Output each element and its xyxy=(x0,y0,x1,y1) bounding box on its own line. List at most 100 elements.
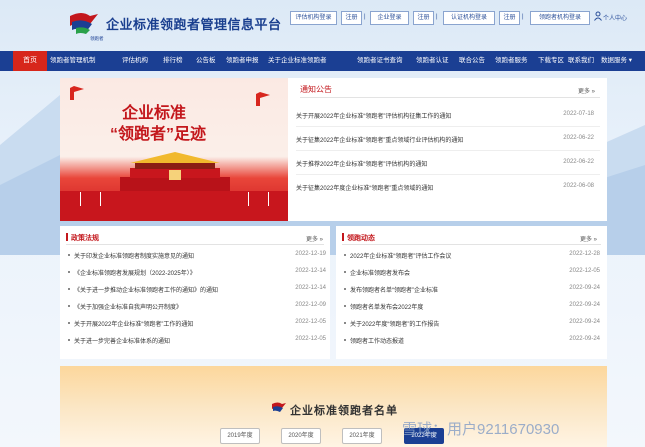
evaluator-register-button[interactable]: 注册 xyxy=(341,11,362,25)
nav-item-3[interactable]: 公告板 xyxy=(196,51,216,71)
nav-item-0[interactable]: 领跑者管理机制 xyxy=(50,51,96,71)
nav-item-7[interactable]: 领跑者认证 xyxy=(416,51,449,71)
header-separator: | xyxy=(364,14,366,20)
notice-date: 2022-07-18 xyxy=(563,111,594,117)
dynamics-title: 领跑动态 xyxy=(347,235,375,242)
dynamics-item-date: 2022-09-24 xyxy=(569,302,600,308)
notice-title: 关于开展2022年企业标准“领跑者”评估机构征集工作的通知 xyxy=(296,114,452,120)
bullet-icon xyxy=(344,305,346,307)
policy-divider xyxy=(66,244,324,245)
dynamics-item[interactable]: 2022年企业标准“领跑者”评估工作会议 2022-12-28 xyxy=(344,251,600,263)
notices-more-link[interactable]: 更多 » xyxy=(578,86,595,95)
policy-item-date: 2022-12-14 xyxy=(295,268,326,274)
banner-line-2: “领跑者”足迹 xyxy=(110,126,207,143)
year-tab-2021[interactable]: 2021年度 xyxy=(342,428,382,444)
bullet-icon xyxy=(344,271,346,273)
policy-item[interactable]: 关于印发企业标准领跑者制度实施意见的通知 2022-12-19 xyxy=(68,251,326,263)
policy-item[interactable]: 《企业标准领跑者发展规划（2022-2025年）》 2022-12-14 xyxy=(68,268,326,280)
dynamics-item[interactable]: 发布领跑者名单“领跑者”企业标准 2022-09-24 xyxy=(344,285,600,297)
notice-item[interactable]: 关于推荐2022年企业标准“领跑者”评估机构的通知 2022-06-22 xyxy=(296,159,600,171)
user-center-link[interactable]: 个人中心 xyxy=(603,13,627,22)
dynamics-item[interactable]: 领跑者名单发布会2022年度 2022-09-24 xyxy=(344,302,600,314)
nav-item-8[interactable]: 联合公告 xyxy=(459,51,485,71)
leader-org-login-button[interactable]: 领跑者机构登录 xyxy=(530,11,590,25)
policy-item-date: 2022-12-14 xyxy=(295,285,326,291)
policy-title: 政策法规 xyxy=(71,235,99,242)
policy-more-link[interactable]: 更多 » xyxy=(306,234,323,243)
bullet-icon xyxy=(68,288,70,290)
nav-item-9[interactable]: 领跑者服务 xyxy=(495,51,528,71)
dynamics-item[interactable]: 企业标准领跑者发布会 2022-12-05 xyxy=(344,268,600,280)
leader-list-logo-icon xyxy=(272,402,286,412)
dynamics-item[interactable]: 关于2022年度“领跑者”的工作报告 2022-09-24 xyxy=(344,319,600,331)
dynamics-item-title: 2022年企业标准“领跑者”评估工作会议 xyxy=(350,254,452,260)
dynamics-item-title: 发布领跑者名单“领跑者”企业标准 xyxy=(350,288,438,294)
dynamics-item[interactable]: 领跑者工作动态报道 2022-09-24 xyxy=(344,336,600,348)
nav-item-11[interactable]: 联系我们 xyxy=(568,51,594,71)
notice-item[interactable]: 关于开展2022年企业标准“领跑者”评估机构征集工作的通知 2022-07-18 xyxy=(296,111,600,123)
bullet-icon xyxy=(68,305,70,307)
dynamics-item-title: 领跑者工作动态报道 xyxy=(350,339,405,345)
year-tab-2020[interactable]: 2020年度 xyxy=(281,428,321,444)
dynamics-more-link[interactable]: 更多 » xyxy=(580,234,597,243)
bullet-icon xyxy=(344,322,346,324)
nav-item-4[interactable]: 领跑者申报 xyxy=(226,51,259,71)
nav-item-5[interactable]: 关于企业标准领跑者 xyxy=(268,51,327,71)
nav-item-12[interactable]: 数据服务 ▾ xyxy=(601,51,632,71)
bullet-icon xyxy=(68,322,70,324)
bullet-icon xyxy=(68,339,70,341)
dynamics-item-title: 领跑者名单发布会2022年度 xyxy=(350,305,424,311)
enterprise-register-button[interactable]: 注册 xyxy=(413,11,434,25)
notices-title: 通知公告 xyxy=(300,85,332,94)
nav-item-10[interactable]: 下载专区 xyxy=(538,51,564,71)
policy-item-title: 关于印发企业标准领跑者制度实施意见的通知 xyxy=(74,254,195,260)
policy-item[interactable]: 关于开展2022年企业标准“领跑者”工作的通知 2022-12-05 xyxy=(68,319,326,331)
evaluator-login-button[interactable]: 评估机构登录 xyxy=(290,11,337,25)
policy-item-title: 《关于加强企业标准自我声明公开制度》 xyxy=(74,305,183,311)
dynamics-item-title: 企业标准领跑者发布会 xyxy=(350,271,411,277)
policy-title-bar xyxy=(66,233,68,241)
logo-caption: 领跑者 xyxy=(90,36,104,41)
policy-item-date: 2022-12-05 xyxy=(295,319,326,325)
site-logo-icon[interactable] xyxy=(68,10,102,38)
certifier-register-button[interactable]: 注册 xyxy=(499,11,520,25)
user-icon[interactable] xyxy=(594,11,602,21)
notices-divider xyxy=(300,97,600,98)
policy-item[interactable]: 《关于加强企业标准自我声明公开制度》 2022-12-09 xyxy=(68,302,326,314)
banner-image[interactable]: 企业标准 “领跑者”足迹 xyxy=(60,78,288,221)
nav-item-6[interactable]: 领跑者证书查询 xyxy=(357,51,403,71)
notice-title: 关于征集2022年度企业标准“领跑者”重点领域的通知 xyxy=(296,186,434,192)
bullet-icon xyxy=(344,339,346,341)
notice-date: 2022-06-22 xyxy=(563,135,594,141)
header-separator: | xyxy=(522,14,524,20)
notice-divider xyxy=(296,174,600,175)
main-navigation: 首页 领跑者管理机制 评估机构 排行榜 公告板 领跑者申报 关于企业标准领跑者 … xyxy=(0,51,645,71)
dynamics-title-bar xyxy=(342,233,344,241)
dynamics-item-date: 2022-09-24 xyxy=(569,285,600,291)
policy-item-date: 2022-12-05 xyxy=(295,336,326,342)
notice-divider xyxy=(296,126,600,127)
notice-date: 2022-06-22 xyxy=(563,159,594,165)
dynamics-item-date: 2022-12-05 xyxy=(569,268,600,274)
bullet-icon xyxy=(68,271,70,273)
year-tab-2019[interactable]: 2019年度 xyxy=(220,428,260,444)
nav-home[interactable]: 首页 xyxy=(13,51,47,71)
policy-item-title: 《企业标准领跑者发展规划（2022-2025年）》 xyxy=(74,271,196,277)
policy-item-date: 2022-12-09 xyxy=(295,302,326,308)
notice-item[interactable]: 关于征集2022年度企业标准“领跑者”重点领域的通知 2022-06-08 xyxy=(296,183,600,195)
enterprise-login-button[interactable]: 企业登录 xyxy=(370,11,409,25)
policy-item[interactable]: 《关于进一步推动企业标准领跑者工作的通知》的通知 2022-12-14 xyxy=(68,285,326,297)
bullet-icon xyxy=(344,288,346,290)
dynamics-item-date: 2022-09-24 xyxy=(569,336,600,342)
policy-item-title: 关于开展2022年企业标准“领跑者”工作的通知 xyxy=(74,322,194,328)
notice-divider xyxy=(296,150,600,151)
header-separator: | xyxy=(436,14,438,20)
policy-item[interactable]: 关于进一步完善企业标准体系的通知 2022-12-05 xyxy=(68,336,326,348)
certifier-login-button[interactable]: 认证机构登录 xyxy=(443,11,495,25)
notice-title: 关于征集2022年企业标准“领跑者”重点领域行业评估机构的通知 xyxy=(296,138,464,144)
nav-item-2[interactable]: 排行榜 xyxy=(163,51,183,71)
policy-item-title: 关于进一步完善企业标准体系的通知 xyxy=(74,339,171,345)
notice-item[interactable]: 关于征集2022年企业标准“领跑者”重点领域行业评估机构的通知 2022-06-… xyxy=(296,135,600,147)
bullet-icon xyxy=(68,254,70,256)
nav-item-1[interactable]: 评估机构 xyxy=(122,51,148,71)
